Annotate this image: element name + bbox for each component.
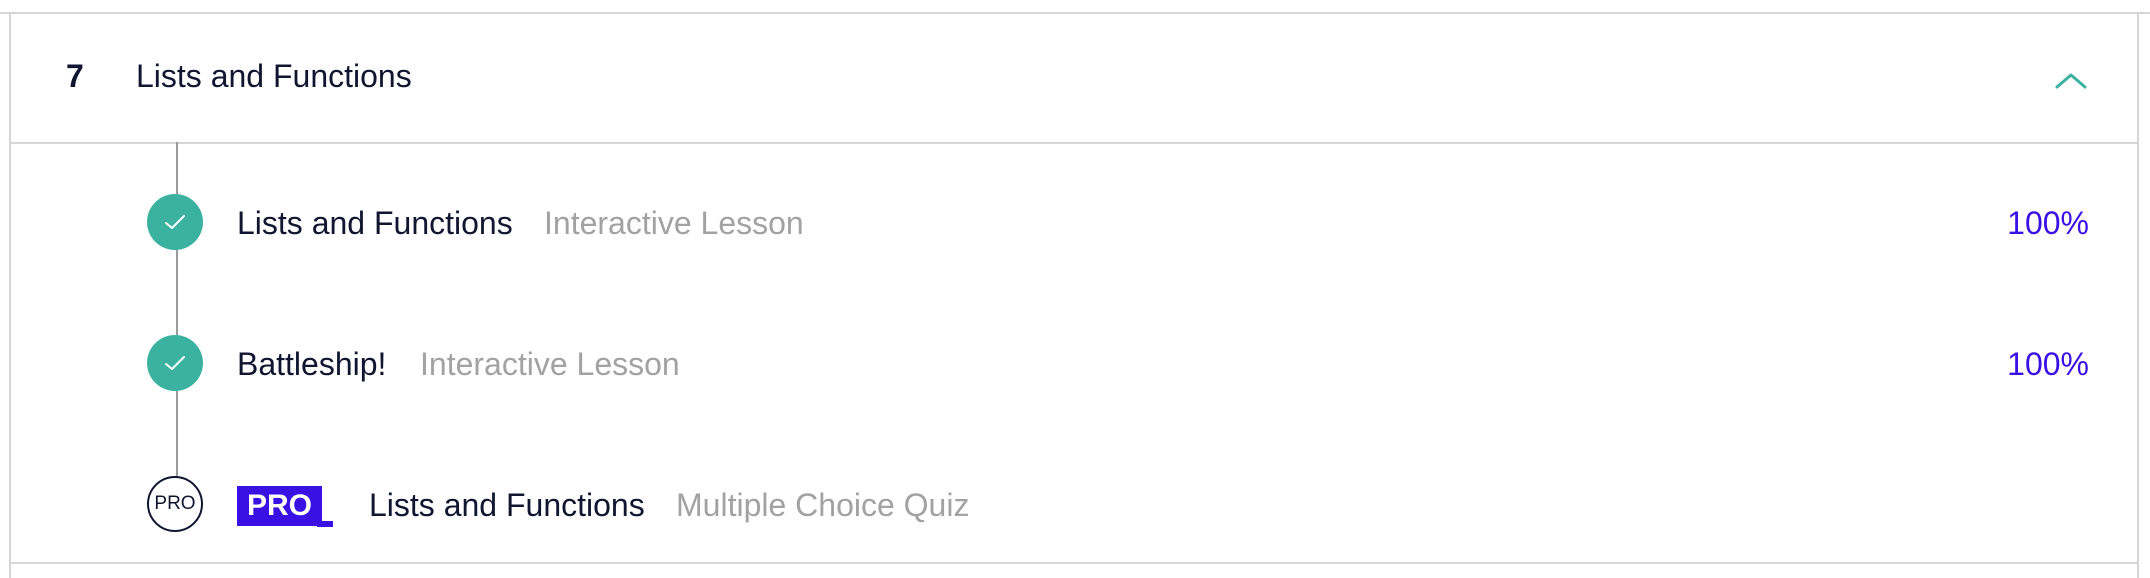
lesson-title[interactable]: Battleship! <box>237 346 386 383</box>
bottom-divider <box>11 562 2137 564</box>
lesson-type: Multiple Choice Quiz <box>676 487 970 523</box>
lesson-type: Interactive Lesson <box>420 346 680 382</box>
checkmark-icon <box>165 356 185 370</box>
syllabus-page: 7 Lists and Functions Lists and Function… <box>0 0 2150 578</box>
lesson-progress: 100% <box>2007 205 2089 241</box>
complete-status <box>147 194 203 250</box>
lesson-progress: 100% <box>2007 346 2089 382</box>
module-header[interactable]: 7 Lists and Functions <box>11 14 2137 144</box>
lesson-row[interactable]: PRO PRO Lists and Functions Multiple Cho… <box>11 474 2137 534</box>
complete-status <box>147 335 203 391</box>
module-number: 7 <box>66 58 84 94</box>
module-card: 7 Lists and Functions Lists and Function… <box>9 12 2139 578</box>
lesson-row[interactable]: Lists and Functions Interactive Lesson 1… <box>11 192 2137 252</box>
pro-badge-underscore <box>317 521 333 527</box>
lesson-row[interactable]: Battleship! Interactive Lesson 100% <box>11 333 2137 393</box>
chevron-up-icon[interactable] <box>2053 69 2089 93</box>
lesson-type: Interactive Lesson <box>544 205 804 241</box>
pro-badge: PRO <box>237 486 323 526</box>
module-title: Lists and Functions <box>136 58 412 94</box>
pro-status: PRO <box>147 476 203 532</box>
lesson-title[interactable]: Lists and Functions <box>237 205 513 242</box>
checkmark-icon <box>165 215 185 229</box>
lesson-title[interactable]: Lists and Functions <box>369 487 645 524</box>
